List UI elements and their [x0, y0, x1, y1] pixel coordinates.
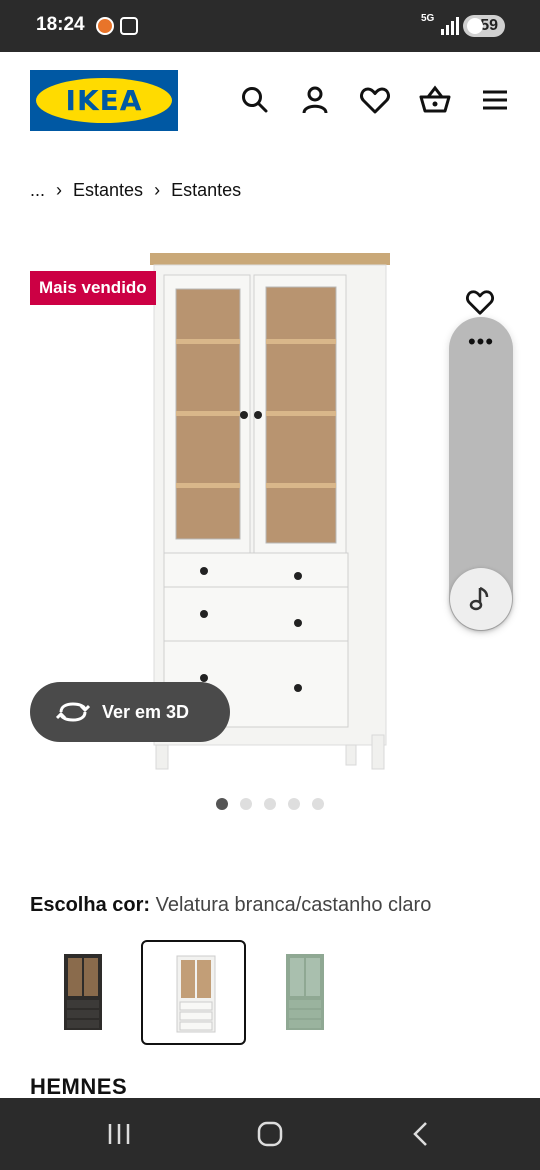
gallery-dot[interactable] — [240, 798, 252, 810]
home-icon[interactable] — [254, 1118, 286, 1150]
network-type: 5G — [421, 13, 435, 24]
signal-icon — [440, 17, 460, 35]
color-value: Velatura branca/castanho claro — [155, 894, 432, 916]
bestseller-badge: Mais vendido — [30, 271, 156, 305]
account-icon[interactable] — [299, 84, 331, 116]
logo-text: IKEA — [65, 84, 143, 117]
color-swatch-green[interactable] — [252, 940, 357, 1045]
menu-hamburger-icon[interactable] — [479, 84, 511, 116]
gallery-dot[interactable] — [312, 798, 324, 810]
more-options-icon[interactable]: ••• — [449, 331, 513, 353]
cart-basket-icon[interactable] — [419, 84, 451, 116]
gallery-dot[interactable] — [264, 798, 276, 810]
search-icon[interactable] — [239, 84, 271, 116]
breadcrumb: ... › Estantes › Estantes — [30, 180, 241, 201]
gallery-dot[interactable] — [216, 798, 228, 810]
status-bar: 18:24 5G 59 — [0, 0, 540, 52]
breadcrumb-item-2[interactable]: Estantes — [171, 180, 241, 201]
chevron-right-icon: › — [56, 180, 63, 200]
floating-side-panel[interactable]: ••• — [449, 317, 513, 631]
battery-saver-icon — [467, 18, 483, 34]
recent-apps-icon[interactable] — [103, 1118, 135, 1150]
color-label: Escolha cor: — [30, 894, 151, 916]
status-time: 18:24 — [36, 14, 85, 35]
screenshot-icon — [120, 17, 138, 35]
view-3d-label: Ver em 3D — [102, 701, 190, 722]
color-swatch-dark[interactable] — [30, 940, 135, 1045]
ikea-logo[interactable]: IKEA — [30, 70, 178, 131]
add-to-favorites-heart-icon[interactable] — [465, 288, 495, 316]
notification-app-icon — [96, 17, 114, 35]
back-icon[interactable] — [405, 1118, 437, 1150]
breadcrumb-item-1[interactable]: Estantes — [73, 180, 143, 201]
gallery-dot[interactable] — [288, 798, 300, 810]
system-nav-bar — [0, 1098, 540, 1170]
gallery-pagination — [216, 798, 336, 810]
favorites-heart-icon[interactable] — [359, 84, 391, 116]
music-note-icon — [469, 586, 489, 611]
rotate-3d-icon — [56, 702, 90, 722]
product-name: HEMNES — [30, 1074, 128, 1099]
color-swatch-white[interactable] — [141, 940, 246, 1045]
breadcrumb-ellipsis[interactable]: ... — [30, 180, 45, 201]
color-chooser-heading: Escolha cor: Velatura branca/castanho cl… — [30, 894, 431, 917]
battery-indicator: 59 — [463, 15, 505, 37]
view-3d-button[interactable]: Ver em 3D — [30, 682, 230, 742]
chevron-right-icon: › — [154, 180, 161, 200]
music-note-button[interactable] — [450, 568, 512, 630]
